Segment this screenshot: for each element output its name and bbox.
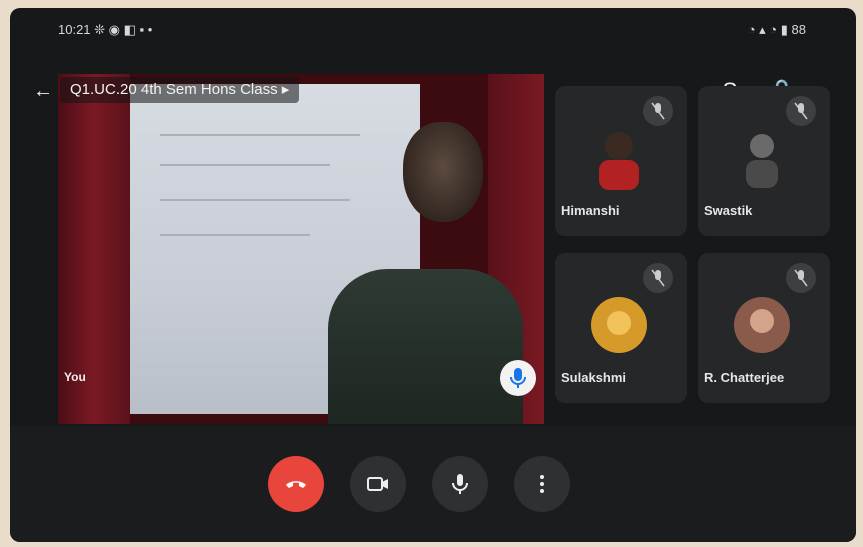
avatar (730, 126, 794, 190)
main-video-feed[interactable]: Q1.UC.20 4th Sem Hons Class ▸ You (58, 74, 544, 424)
whiteboard-text-line (160, 134, 360, 136)
participant-tile[interactable]: Himanshi (555, 86, 687, 236)
mic-toggle-button[interactable] (432, 456, 488, 512)
camera-icon (367, 477, 388, 491)
participant-tile[interactable]: Swastik (698, 86, 830, 236)
mic-off-icon (786, 96, 816, 126)
participant-name: Swastik (704, 203, 753, 218)
participant-name: Himanshi (561, 203, 620, 218)
call-controls-bar (10, 426, 856, 542)
mic-off-icon (643, 263, 673, 293)
avatar (587, 293, 651, 357)
whiteboard-text-line (160, 164, 330, 166)
phone-hangup-icon (286, 481, 306, 488)
mic-off-icon (786, 263, 816, 293)
avatar (730, 293, 794, 357)
back-arrow-icon[interactable]: ← (30, 78, 56, 104)
participant-name: R. Chatterjee (704, 370, 785, 385)
whiteboard-text-line (160, 199, 350, 201)
avatar (587, 126, 651, 190)
meeting-screen: 10:21 ❊ ◉ ◧ ▪ • ◔ ▴ ◔ ▮ 88 ← Q1.UC.20 4t… (10, 8, 856, 542)
speaker-body (328, 269, 523, 424)
status-icons: ◔ ▴ ◔ ▮ 88 (747, 22, 806, 37)
participant-tile[interactable]: Sulakshmi (555, 253, 687, 403)
camera-toggle-button[interactable] (350, 456, 406, 512)
speaking-indicator-icon (500, 360, 536, 396)
status-bar: 10:21 ❊ ◉ ◧ ▪ • ◔ ▴ ◔ ▮ 88 (10, 8, 856, 48)
speaker-head (403, 122, 483, 222)
meeting-title[interactable]: Q1.UC.20 4th Sem Hons Class ▸ (60, 77, 300, 103)
mic-icon (452, 474, 468, 494)
more-options-button[interactable] (514, 456, 570, 512)
participant-tile[interactable]: R. Chatterjee (698, 253, 830, 403)
status-time: 10:21 ❊ ◉ ◧ ▪ • (58, 22, 153, 37)
mic-off-icon (643, 96, 673, 126)
whiteboard-text-line (160, 234, 310, 236)
participant-name: Sulakshmi (561, 370, 627, 385)
more-vertical-icon (540, 475, 544, 493)
main-speaker-name: You (64, 370, 86, 384)
end-call-button[interactable] (268, 456, 324, 512)
